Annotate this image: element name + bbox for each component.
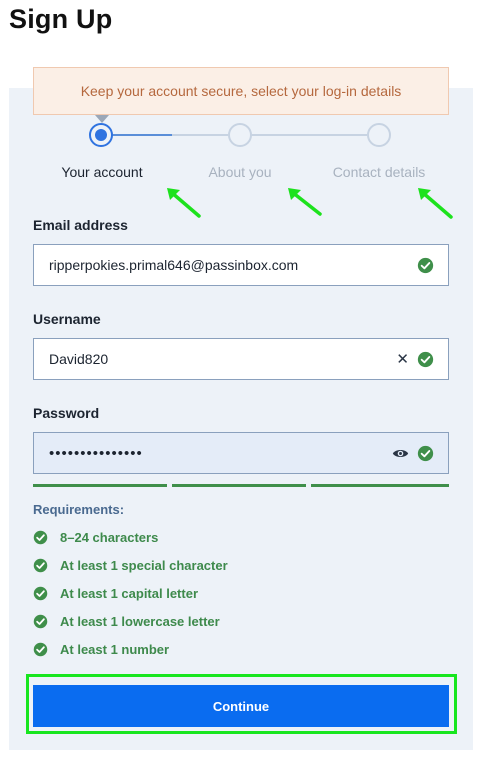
email-label: Email address [33, 217, 128, 233]
email-field[interactable] [49, 257, 417, 273]
requirement-label: 8–24 characters [60, 530, 159, 545]
step-connector-1 [112, 134, 172, 136]
check-circle-icon [417, 257, 434, 273]
requirement-item: At least 1 capital letter [33, 586, 198, 601]
step-label-contact-details: Contact details [332, 164, 426, 180]
check-circle-icon [33, 530, 48, 545]
banner-text: Keep your account secure, select your lo… [80, 83, 402, 99]
page-title: Sign Up [9, 4, 113, 34]
annotation-arrow-icon [167, 188, 201, 218]
password-label: Password [33, 405, 100, 421]
requirement-label: At least 1 special character [60, 558, 228, 573]
check-circle-icon [33, 558, 48, 573]
continue-button[interactable]: Continue [33, 685, 449, 727]
requirement-item: At least 1 special character [33, 558, 228, 573]
username-label: Username [33, 311, 101, 327]
check-circle-icon [33, 642, 48, 657]
email-field-wrapper [33, 244, 449, 286]
requirement-item: At least 1 number [33, 642, 169, 657]
step-connector-2 [251, 134, 367, 136]
step-3-indicator [367, 123, 391, 147]
banner-caret [95, 115, 109, 123]
annotation-arrow-icon [288, 188, 322, 216]
eye-icon[interactable] [392, 445, 409, 462]
requirement-label: At least 1 capital letter [60, 586, 198, 601]
annotation-arrow-icon [418, 188, 453, 219]
step-label-about-you: About you [208, 164, 272, 180]
step-2-indicator [228, 123, 252, 147]
requirement-item: At least 1 lowercase letter [33, 614, 220, 629]
requirements-title: Requirements: [33, 502, 125, 517]
step-1-indicator [89, 123, 113, 147]
step-connector-1-rest [172, 134, 228, 136]
password-field-wrapper [33, 432, 449, 474]
password-strength-segment [311, 484, 449, 487]
clear-icon[interactable]: ✕ [396, 352, 409, 367]
check-circle-icon [417, 351, 434, 367]
info-banner: Keep your account secure, select your lo… [33, 67, 449, 115]
username-field[interactable] [49, 351, 397, 367]
password-strength-segment [172, 484, 306, 487]
username-field-wrapper: ✕ [33, 338, 449, 380]
requirement-label: At least 1 number [60, 642, 170, 657]
check-circle-icon [417, 445, 434, 461]
password-field[interactable] [49, 444, 392, 462]
requirement-item: 8–24 characters [33, 530, 158, 545]
check-circle-icon [33, 586, 48, 601]
check-circle-icon [33, 614, 48, 629]
step-label-your-account: Your account [61, 164, 143, 180]
requirement-label: At least 1 lowercase letter [60, 614, 220, 629]
password-strength-segment [33, 484, 167, 487]
